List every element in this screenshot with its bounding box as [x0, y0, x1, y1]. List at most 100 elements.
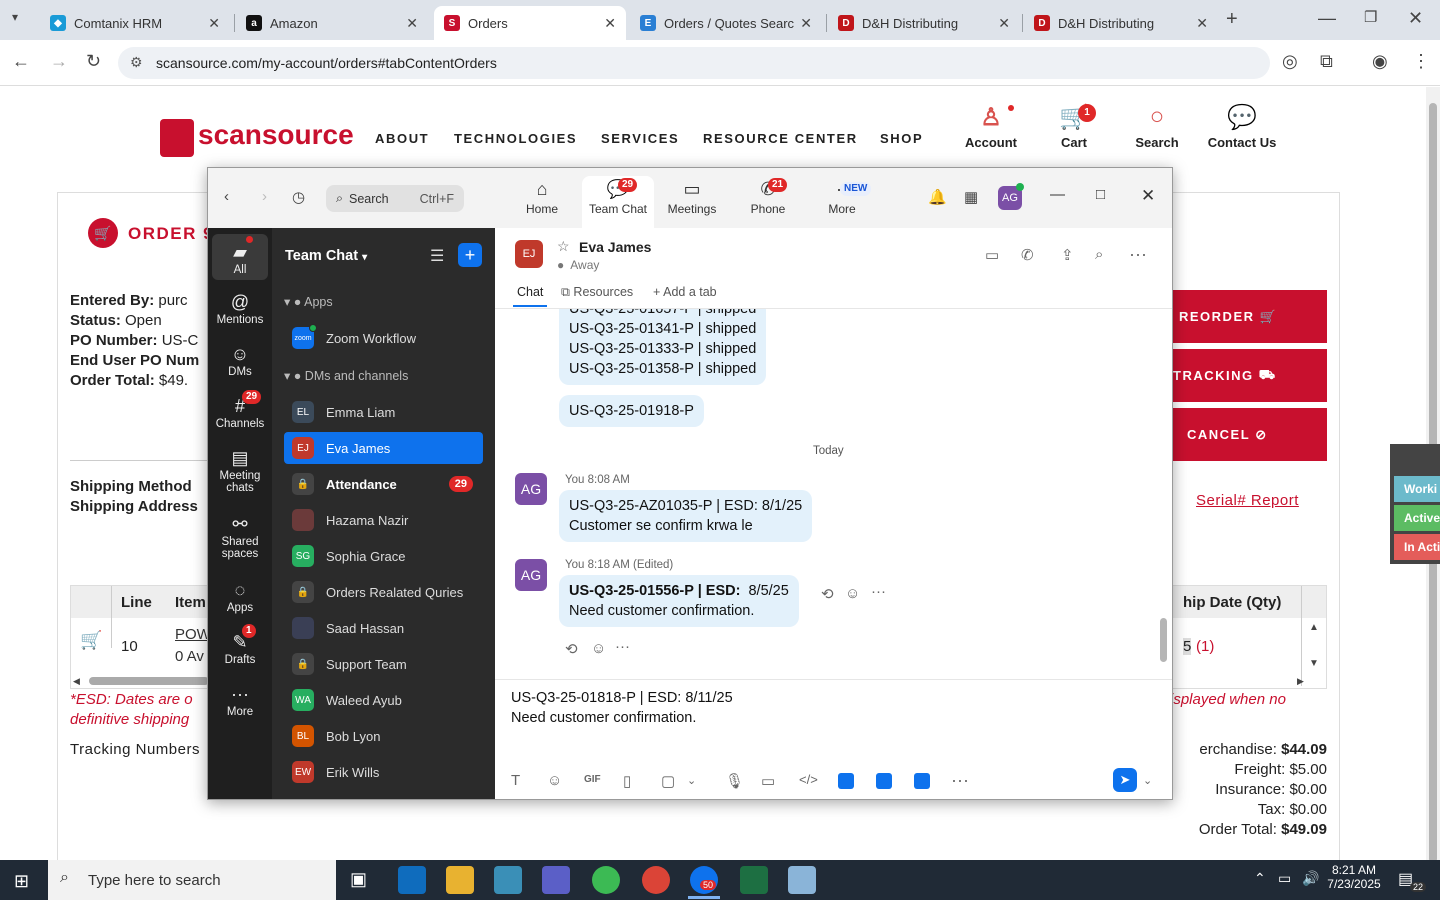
section-apps[interactable]: ▾ ● Apps [284, 294, 333, 309]
list-item-attendance[interactable]: 🔒 Attendance 29 [284, 468, 483, 500]
horizontal-scrollbar[interactable] [89, 677, 209, 685]
new-tab-icon[interactable]: + [1226, 8, 1238, 31]
message-2[interactable]: US-Q3-25-01556-P | ESD: 8/5/25 Need cust… [559, 575, 799, 627]
extensions-icon[interactable]: ⧉ [1320, 51, 1333, 72]
rail-more[interactable]: ··· More [212, 682, 268, 718]
maximize-icon[interactable]: □ [1096, 186, 1105, 203]
status-active[interactable]: Active [1394, 505, 1440, 531]
site-info-icon[interactable]: ⚙ [130, 54, 143, 71]
list-item-eva-james[interactable]: EJ Eva James [284, 432, 483, 464]
clock[interactable]: 8:21 AM 7/23/2025 [1326, 863, 1382, 891]
list-item-hazama-nazir[interactable]: Hazama Nazir [284, 504, 483, 536]
browser-menu-icon[interactable]: ⋮ [1412, 51, 1430, 72]
share-screen-icon[interactable]: ⇪ [1061, 246, 1074, 264]
notepad-icon[interactable] [788, 866, 816, 894]
list-item-orders-quries[interactable]: 🔒 Orders Realated Quries [284, 576, 483, 608]
close-window-icon[interactable]: ✕ [1408, 8, 1423, 29]
tab-home[interactable]: ⌂ Home [506, 176, 578, 228]
scansource-logo[interactable]: scansource [198, 119, 354, 151]
tab-chat[interactable]: Chat [517, 285, 543, 299]
network-icon[interactable]: ▭ [1278, 870, 1291, 887]
back-arrow-icon[interactable]: ‹ [224, 188, 229, 205]
list-item-sophia-grace[interactable]: SG Sophia Grace [284, 540, 483, 572]
close-tab-icon[interactable]: ✕ [1196, 15, 1208, 32]
contact-avatar[interactable]: EJ [515, 240, 543, 268]
minimize-window-icon[interactable]: — [1318, 8, 1336, 29]
add-tab-button[interactable]: + Add a tab [653, 285, 717, 299]
cancel-button[interactable]: CANCEL ⊘ [1165, 408, 1327, 461]
chrome-icon[interactable] [592, 866, 620, 894]
search-link[interactable]: ○ Search [1128, 103, 1186, 150]
microphone-icon[interactable]: 🎙 [725, 772, 744, 790]
restore-window-icon[interactable]: ❐ [1364, 8, 1377, 26]
list-item-erik-wills[interactable]: EW Erik Wills [284, 756, 483, 788]
close-icon[interactable]: ✕ [1141, 186, 1155, 206]
forward-arrow-icon[interactable]: › [262, 188, 267, 205]
zoom-search-input[interactable]: ⌕ Search Ctrl+F [326, 185, 464, 212]
close-tab-icon[interactable]: ✕ [406, 15, 418, 32]
back-arrow-icon[interactable]: ← [12, 51, 30, 72]
calendar-icon[interactable]: ▦ [964, 188, 978, 206]
list-item-waleed-ayub[interactable]: WA Waleed Ayub [284, 684, 483, 716]
file-icon[interactable]: ▯ [623, 772, 631, 790]
app-icon-3[interactable] [914, 773, 930, 789]
tab-search-icon[interactable]: ▾ [12, 10, 18, 24]
item-link[interactable]: POW [175, 626, 211, 643]
reply-icon[interactable]: ⟲ [821, 585, 834, 603]
send-button[interactable]: ➤ [1113, 768, 1137, 792]
rail-apps[interactable]: ◌ Apps [212, 578, 268, 614]
reorder-line-icon[interactable]: 🛒 [80, 630, 102, 651]
contact-link[interactable]: 💬 Contact Us [1200, 103, 1284, 150]
format-text-icon[interactable]: T [511, 772, 520, 789]
browser-tab-comtanix[interactable]: ◆ Comtanix HRM ✕ [40, 6, 230, 40]
serial-report-link[interactable]: Serial# Report [1196, 492, 1299, 509]
rail-drafts[interactable]: ✎ Drafts [212, 630, 268, 666]
history-icon[interactable]: ◷ [292, 188, 305, 206]
more-dots-icon[interactable]: ··· [615, 638, 630, 655]
video-call-icon[interactable]: ▭ [985, 246, 999, 264]
outlook-icon[interactable] [398, 866, 426, 894]
contact-name[interactable]: Eva James [579, 239, 651, 255]
chevron-down-icon[interactable]: ⌄ [1143, 774, 1152, 787]
list-item-zoom-workflow[interactable]: zoom Zoom Workflow [284, 322, 483, 354]
code-icon[interactable]: </> [799, 772, 818, 787]
forward-arrow-icon[interactable]: → [50, 51, 68, 72]
more-dots-icon[interactable]: ··· [951, 770, 969, 791]
app-icon-1[interactable] [838, 773, 854, 789]
rail-dms[interactable]: ☺ DMs [212, 342, 268, 378]
list-item-saad-hassan[interactable]: Saad Hassan [284, 612, 483, 644]
excel-icon[interactable] [740, 866, 768, 894]
tab-meetings[interactable]: ▭ Meetings [656, 176, 728, 228]
app-icon-2[interactable] [876, 773, 892, 789]
task-view-icon[interactable]: ▣ [350, 869, 367, 890]
browser-tab-dh-2[interactable]: D D&H Distributing ✕ [1024, 6, 1218, 40]
file-explorer-icon[interactable] [446, 866, 474, 894]
emoji-reaction-icon[interactable]: ☺ [845, 585, 860, 602]
browser-tab-amazon[interactable]: a Amazon ✕ [236, 6, 428, 40]
volume-icon[interactable]: 🔊 [1302, 870, 1319, 887]
tracking-button[interactable]: TRACKING ⛟ [1165, 349, 1327, 402]
chevron-down-icon[interactable]: ⌄ [687, 774, 696, 787]
filter-icon[interactable]: ☰ [430, 246, 444, 266]
close-tab-icon[interactable]: ✕ [998, 15, 1010, 32]
message-compose-input[interactable]: US-Q3-25-01818-P | ESD: 8/11/25 Need cus… [511, 688, 1151, 762]
screenshot-icon[interactable]: ▢ [661, 772, 675, 790]
status-inactive[interactable]: In Acti [1394, 534, 1440, 560]
chat-scrollbar[interactable] [1160, 618, 1167, 662]
reply-icon[interactable]: ⟲ [565, 640, 578, 658]
list-item-emma-liam[interactable]: EL Emma Liam [284, 396, 483, 428]
section-dms-channels[interactable]: ▾ ● DMs and channels [284, 368, 408, 383]
list-item-support-team[interactable]: 🔒 Support Team [284, 648, 483, 680]
scroll-down-icon[interactable]: ▼ [1309, 658, 1319, 669]
close-tab-icon[interactable]: ✕ [800, 15, 812, 32]
rail-shared-spaces[interactable]: ⚯ Shared spaces [212, 512, 268, 560]
sender-avatar[interactable]: AG [515, 473, 547, 505]
profile-icon[interactable]: ◉ [1372, 51, 1388, 72]
video-message-icon[interactable]: ▭ [761, 772, 775, 790]
phone-call-icon[interactable]: ✆ [1021, 246, 1034, 264]
team-chat-title[interactable]: Team Chat ▾ [285, 248, 367, 264]
close-tab-icon[interactable]: ✕ [208, 15, 220, 32]
windows-start-icon[interactable]: ⊞ [14, 871, 29, 892]
scroll-right-icon[interactable]: ▶ [1297, 676, 1304, 687]
nav-about[interactable]: ABOUT [375, 131, 429, 146]
